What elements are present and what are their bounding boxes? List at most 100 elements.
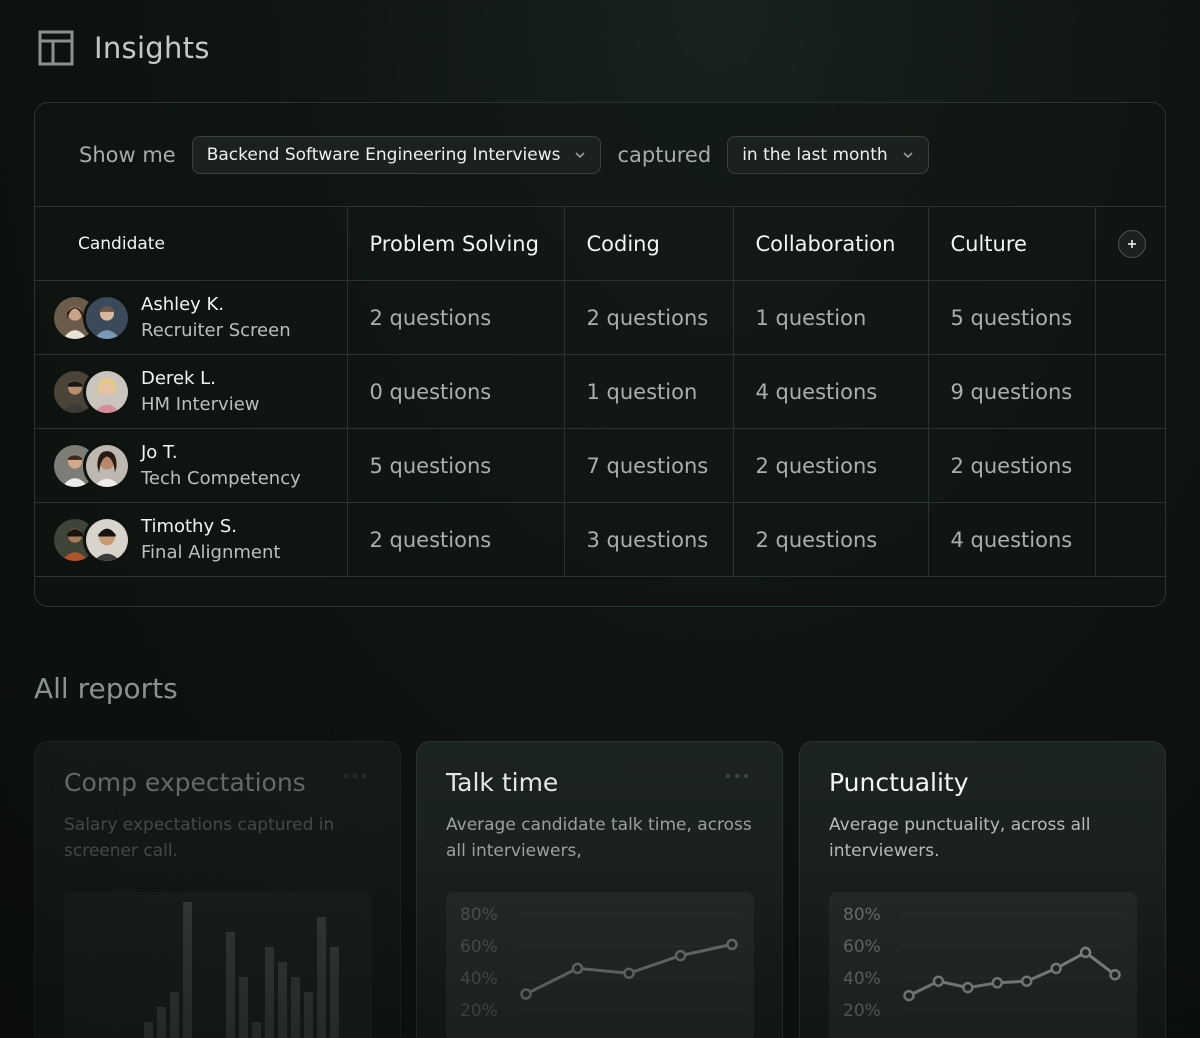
table-row[interactable]: Jo T. Tech Competency 5 questions 7 ques… [35,428,1166,503]
avatar-pair [51,514,131,566]
bar [183,902,192,1038]
collaboration-count[interactable]: 1 question [733,280,929,355]
candidate-name: Ashley K. [141,293,225,315]
candidate-name: Timothy S. [141,515,237,537]
report-card-title: Punctuality [829,768,969,797]
avatar [83,293,131,342]
column-header-candidate[interactable]: Candidate [35,206,348,281]
report-card-title: Comp expectations [64,768,306,797]
data-point [1020,975,1033,987]
table-header-row: Candidate Problem Solving Coding Collabo… [35,206,1166,281]
candidate-cell: Derek L. HM Interview [35,354,348,429]
report-card-comp-expectations[interactable]: Comp expectations Salary expectations ca… [34,741,401,1038]
y-tick-label: 40% [843,969,881,989]
avatar-pair [51,440,131,492]
problem-solving-count[interactable]: 5 questions [347,428,565,503]
table-row[interactable]: Ashley K. Recruiter Screen 2 questions 2… [35,280,1166,355]
data-point [903,989,915,1002]
avatar [83,441,131,490]
coding-count[interactable]: 7 questions [564,428,734,503]
data-point [674,949,687,962]
bar [239,977,248,1038]
y-tick-label: 20% [460,1001,498,1021]
empty-cell [1095,280,1166,355]
data-point [932,975,945,987]
column-header-coding[interactable]: Coding [564,206,734,281]
report-card-talk-time[interactable]: Talk time Average candidate talk time, a… [416,741,783,1038]
plus-icon [1127,239,1136,248]
column-header-problem-solving[interactable]: Problem Solving [347,206,565,281]
punctuality-chart: 80% 60% 40% 20% [843,905,1125,1021]
collaboration-count[interactable]: 4 questions [733,354,929,429]
problem-solving-count[interactable]: 0 questions [347,354,565,429]
problem-solving-count[interactable]: 2 questions [347,280,565,355]
more-options-icon[interactable] [342,772,368,780]
avatar-pair [51,292,131,344]
y-tick-label: 80% [460,905,498,925]
report-chart-container: 80% 60% 40% 20% [829,892,1137,1038]
data-point [1079,946,1092,959]
data-point [962,981,974,994]
bar [291,977,300,1038]
report-card-punctuality[interactable]: Punctuality Average punctuality, across … [799,741,1166,1038]
culture-count[interactable]: 5 questions [928,280,1096,355]
culture-count[interactable]: 2 questions [928,428,1096,503]
bar [226,932,235,1038]
more-options-icon[interactable] [724,772,750,780]
y-tick-label: 80% [843,905,881,925]
add-column-cell [1095,206,1166,281]
show-me-label: Show me [79,142,176,167]
time-range-value: in the last month [742,144,888,165]
chevron-down-icon [575,151,586,158]
coding-count[interactable]: 3 questions [564,502,734,577]
layout-icon [38,30,74,66]
table-row[interactable]: Timothy S. Final Alignment 2 questions 3… [35,502,1166,577]
bar [304,992,313,1038]
empty-cell [1095,428,1166,503]
time-range-dropdown[interactable]: in the last month [727,135,929,174]
insights-table: Candidate Problem Solving Coding Collabo… [35,206,1166,577]
empty-cell [1095,502,1166,577]
empty-cell [1095,354,1166,429]
culture-count[interactable]: 4 questions [928,502,1096,577]
table-row[interactable]: Derek L. HM Interview 0 questions 1 ques… [35,354,1166,429]
interview-type-dropdown[interactable]: Backend Software Engineering Interviews [191,135,602,174]
bar [278,962,287,1038]
candidate-cell: Timothy S. Final Alignment [35,502,348,577]
column-header-culture[interactable]: Culture [928,206,1096,281]
collaboration-count[interactable]: 2 questions [733,428,929,503]
series-line [908,950,1116,997]
bar [317,917,326,1038]
candidate-stage: Tech Competency [141,467,301,489]
filter-bar: Show me Backend Software Engineering Int… [35,103,1165,206]
page-header: Insights [38,30,210,66]
data-point [520,988,532,1000]
all-reports-heading: All reports [34,672,178,705]
candidate-cell: Jo T. Tech Competency [35,428,348,503]
data-point [1050,962,1062,975]
culture-count[interactable]: 9 questions [928,354,1096,429]
coding-count[interactable]: 2 questions [564,280,734,355]
comp-expectations-chart [144,902,339,1038]
data-point [726,938,738,951]
data-point [571,962,584,975]
chevron-down-icon [903,151,913,158]
avatar-pair [51,366,131,418]
report-card-title: Talk time [446,768,559,797]
collaboration-count[interactable]: 2 questions [733,502,929,577]
add-column-button[interactable] [1117,229,1146,258]
bar [170,992,179,1038]
bar [330,947,339,1038]
problem-solving-count[interactable]: 2 questions [347,502,565,577]
report-card-description: Average punctuality, across all intervie… [829,815,1091,861]
bar [252,1022,261,1038]
report-card-description: Salary expectations captured in screener… [64,815,335,861]
y-tick-label: 20% [843,1001,881,1021]
page-title: Insights [94,31,210,65]
column-header-collaboration[interactable]: Collaboration [733,206,929,281]
report-card-description: Average candidate talk time, across all … [446,815,752,861]
y-tick-label: 60% [460,937,498,957]
candidate-stage: Recruiter Screen [141,319,291,341]
talk-time-chart: 80% 60% 40% 20% [460,905,742,1021]
coding-count[interactable]: 1 question [564,354,734,429]
